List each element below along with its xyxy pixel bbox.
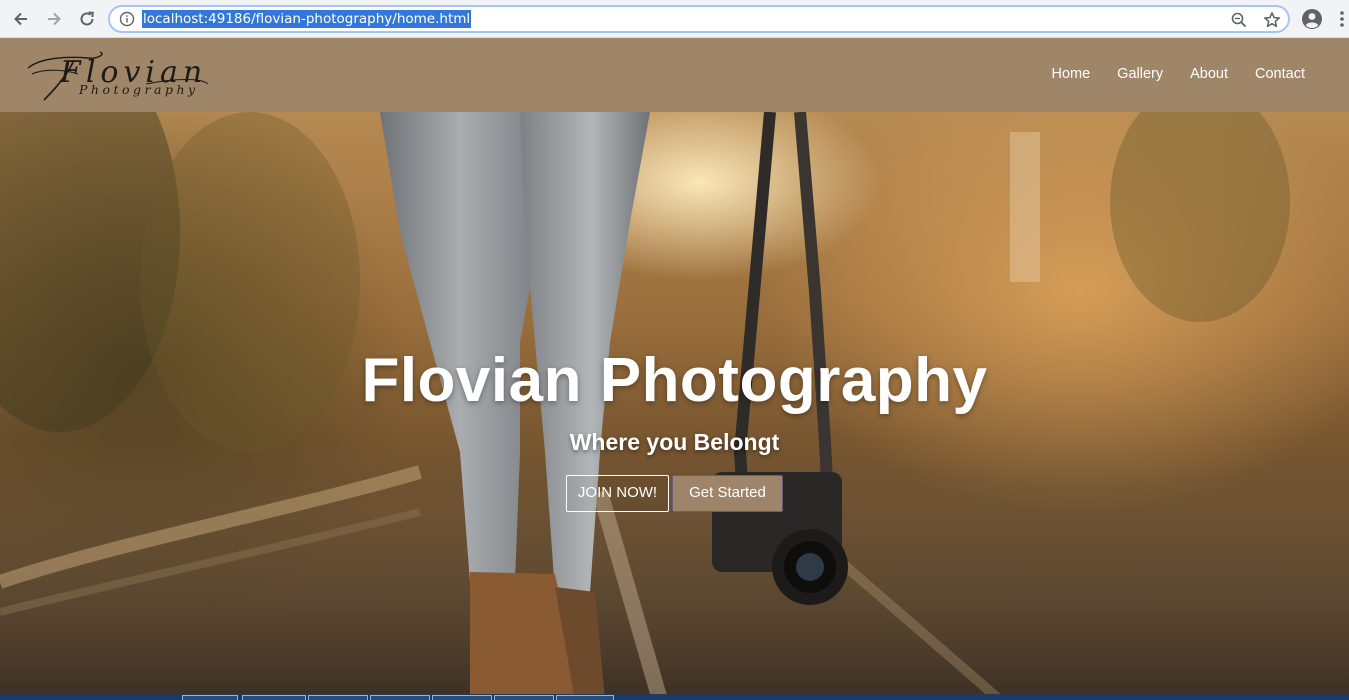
taskbar-item[interactable] — [308, 695, 368, 700]
address-bar[interactable]: localhost:49186/flovian-photography/home… — [108, 5, 1290, 33]
nav-contact[interactable]: Contact — [1255, 65, 1305, 83]
browser-toolbar: localhost:49186/flovian-photography/home… — [0, 0, 1349, 38]
star-icon[interactable] — [1263, 11, 1281, 29]
back-arrow-icon[interactable] — [9, 7, 33, 31]
zoom-icon[interactable] — [1230, 11, 1248, 29]
forward-arrow-icon[interactable] — [42, 7, 66, 31]
url-text[interactable]: localhost:49186/flovian-photography/home… — [142, 10, 472, 28]
join-now-button[interactable]: JOIN NOW! — [566, 475, 669, 512]
site-navbar: Flovian Photography Home Gallery About C… — [0, 38, 1349, 112]
nav-gallery[interactable]: Gallery — [1117, 65, 1163, 83]
taskbar-item[interactable] — [242, 695, 306, 700]
taskbar-item[interactable] — [370, 695, 430, 700]
site-logo[interactable]: Flovian Photography — [26, 48, 214, 104]
hero-title: Flovian Photography — [361, 346, 988, 415]
kebab-menu-icon[interactable] — [1335, 9, 1349, 29]
nav-home[interactable]: Home — [1051, 65, 1090, 83]
taskbar-item[interactable] — [182, 695, 238, 700]
logo-subtitle: Photography — [79, 82, 199, 97]
reload-icon[interactable] — [75, 7, 99, 31]
profile-icon[interactable] — [1301, 8, 1323, 30]
os-taskbar — [0, 694, 1349, 700]
taskbar-item[interactable] — [556, 695, 614, 700]
hero-section: Flovian Photography Where you Belongt JO… — [0, 112, 1349, 700]
info-icon[interactable] — [119, 11, 135, 27]
taskbar-item[interactable] — [494, 695, 554, 700]
main-nav: Home Gallery About Contact — [1051, 65, 1305, 83]
hero-subtitle: Where you Belongt — [569, 429, 780, 455]
taskbar-item[interactable] — [432, 695, 492, 700]
nav-about[interactable]: About — [1190, 65, 1228, 83]
get-started-button[interactable]: Get Started — [672, 475, 783, 512]
